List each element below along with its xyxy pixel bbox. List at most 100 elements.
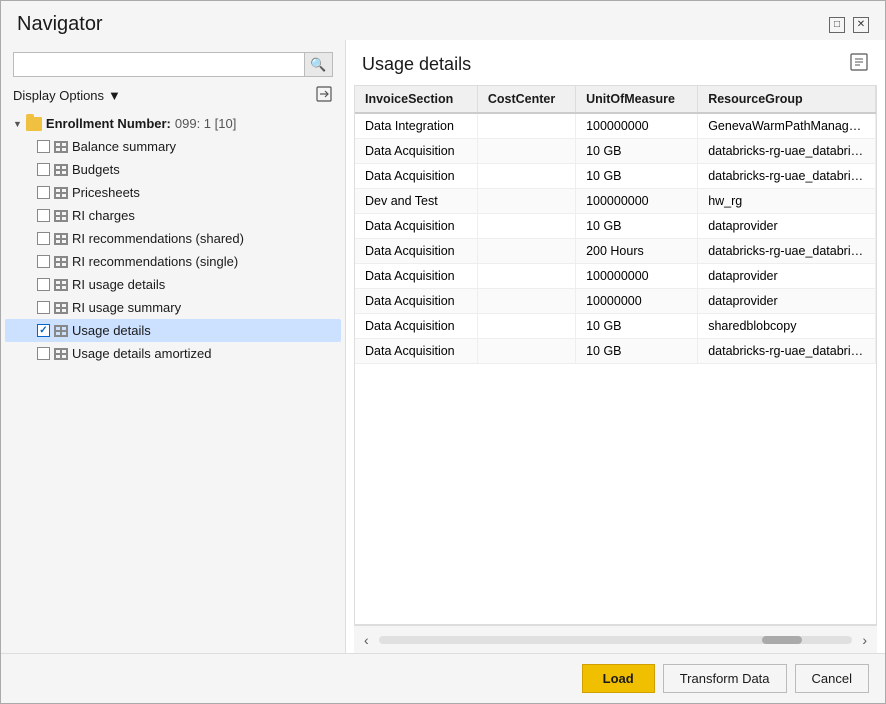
nav-item-budgets[interactable]: Budgets bbox=[5, 158, 341, 181]
cell-6-2: 100000000 bbox=[576, 264, 698, 289]
cancel-button[interactable]: Cancel bbox=[795, 664, 869, 693]
cell-3-2: 100000000 bbox=[576, 189, 698, 214]
cell-2-0: Data Acquisition bbox=[355, 164, 477, 189]
scroll-left-button[interactable]: ‹ bbox=[358, 632, 375, 648]
label-usage-details-amortized: Usage details amortized bbox=[72, 346, 211, 361]
col-invoice-section: InvoiceSection bbox=[355, 86, 477, 113]
data-table: InvoiceSection CostCenter UnitOfMeasure … bbox=[355, 86, 876, 364]
checkbox-usage-details-amortized[interactable] bbox=[37, 347, 50, 360]
cell-8-3: sharedblobcopy bbox=[698, 314, 876, 339]
table-icon-usage-details-amortized bbox=[54, 348, 68, 360]
col-resource-group: ResourceGroup bbox=[698, 86, 876, 113]
checkbox-ri-rec-shared[interactable] bbox=[37, 232, 50, 245]
cell-3-1 bbox=[477, 189, 575, 214]
transform-data-button[interactable]: Transform Data bbox=[663, 664, 787, 693]
cell-7-0: Data Acquisition bbox=[355, 289, 477, 314]
table-row: Data Acquisition100000000dataprovider bbox=[355, 264, 876, 289]
preview-title: Usage details bbox=[362, 54, 471, 75]
cell-0-0: Data Integration bbox=[355, 113, 477, 139]
checkbox-usage-details[interactable]: ✓ bbox=[37, 324, 50, 337]
nav-list: ▼ Enrollment Number: 099: 1 [10] Balance… bbox=[1, 112, 345, 645]
folder-icon bbox=[26, 117, 42, 131]
import-icon bbox=[315, 85, 333, 103]
table-row: Data Acquisition10 GBsharedblobcopy bbox=[355, 314, 876, 339]
cell-0-2: 100000000 bbox=[576, 113, 698, 139]
search-button[interactable]: 🔍 bbox=[304, 53, 332, 76]
cell-3-0: Dev and Test bbox=[355, 189, 477, 214]
cell-5-3: databricks-rg-uae_databricks- bbox=[698, 239, 876, 264]
check-mark-usage-details: ✓ bbox=[39, 325, 47, 336]
cell-2-2: 10 GB bbox=[576, 164, 698, 189]
cell-7-3: dataprovider bbox=[698, 289, 876, 314]
enrollment-row[interactable]: ▼ Enrollment Number: 099: 1 [10] bbox=[5, 112, 341, 135]
label-ri-rec-shared: RI recommendations (shared) bbox=[72, 231, 244, 246]
cell-9-0: Data Acquisition bbox=[355, 339, 477, 364]
display-options-button[interactable]: Display Options ▼ bbox=[13, 88, 121, 103]
cell-4-3: dataprovider bbox=[698, 214, 876, 239]
nav-item-balance-summary[interactable]: Balance summary bbox=[5, 135, 341, 158]
display-options-arrow: ▼ bbox=[108, 88, 121, 103]
cell-8-1 bbox=[477, 314, 575, 339]
table-icon-ri-usage-details bbox=[54, 279, 68, 291]
cell-6-1 bbox=[477, 264, 575, 289]
load-button[interactable]: Load bbox=[582, 664, 655, 693]
label-ri-rec-single: RI recommendations (single) bbox=[72, 254, 238, 269]
minimize-button[interactable]: □ bbox=[829, 17, 845, 33]
checkbox-ri-charges[interactable] bbox=[37, 209, 50, 222]
horizontal-scrollbar: ‹ › bbox=[354, 625, 877, 653]
scroll-right-button[interactable]: › bbox=[856, 632, 873, 648]
table-row: Data Acquisition 10 GBdataprovider bbox=[355, 214, 876, 239]
table-icon-budgets bbox=[54, 164, 68, 176]
label-pricesheets: Pricesheets bbox=[72, 185, 140, 200]
scroll-track[interactable] bbox=[379, 636, 853, 644]
cell-8-0: Data Acquisition bbox=[355, 314, 477, 339]
search-bar: 🔍 bbox=[13, 52, 333, 77]
right-panel: Usage details InvoiceSection Cos bbox=[346, 40, 885, 653]
cell-9-2: 10 GB bbox=[576, 339, 698, 364]
table-icon-ri-rec-shared bbox=[54, 233, 68, 245]
checkbox-ri-rec-single[interactable] bbox=[37, 255, 50, 268]
nav-item-usage-details[interactable]: ✓ Usage details bbox=[5, 319, 341, 342]
checkbox-ri-usage-details[interactable] bbox=[37, 278, 50, 291]
cell-3-3: hw_rg bbox=[698, 189, 876, 214]
cell-7-2: 10000000 bbox=[576, 289, 698, 314]
dialog-title: Navigator bbox=[17, 13, 103, 36]
export-icon[interactable] bbox=[849, 52, 869, 77]
nav-item-ri-rec-single[interactable]: RI recommendations (single) bbox=[5, 250, 341, 273]
label-budgets: Budgets bbox=[72, 162, 120, 177]
cell-7-1 bbox=[477, 289, 575, 314]
checkbox-pricesheets[interactable] bbox=[37, 186, 50, 199]
label-ri-usage-details: RI usage details bbox=[72, 277, 165, 292]
nav-item-ri-charges[interactable]: RI charges bbox=[5, 204, 341, 227]
nav-item-ri-usage-details[interactable]: RI usage details bbox=[5, 273, 341, 296]
nav-item-ri-usage-summary[interactable]: RI usage summary bbox=[5, 296, 341, 319]
cell-4-0: Data Acquisition bbox=[355, 214, 477, 239]
table-row: Data Acquisition10 GBdatabricks-rg-uae_d… bbox=[355, 164, 876, 189]
search-input[interactable] bbox=[14, 53, 304, 76]
enrollment-value: 099: 1 [10] bbox=[175, 116, 236, 131]
checkbox-ri-usage-summary[interactable] bbox=[37, 301, 50, 314]
nav-item-pricesheets[interactable]: Pricesheets bbox=[5, 181, 341, 204]
title-bar: Navigator □ ✕ bbox=[1, 1, 885, 40]
cell-1-0: Data Acquisition bbox=[355, 139, 477, 164]
enrollment-label: Enrollment Number: bbox=[46, 116, 171, 131]
table-icon-ri-usage-summary bbox=[54, 302, 68, 314]
cell-6-0: Data Acquisition bbox=[355, 264, 477, 289]
cell-4-2: 10 GB bbox=[576, 214, 698, 239]
nav-item-usage-details-amortized[interactable]: Usage details amortized bbox=[5, 342, 341, 365]
checkbox-budgets[interactable] bbox=[37, 163, 50, 176]
nav-item-ri-rec-shared[interactable]: RI recommendations (shared) bbox=[5, 227, 341, 250]
footer: Load Transform Data Cancel bbox=[1, 653, 885, 703]
display-options-label: Display Options bbox=[13, 88, 104, 103]
content-area: 🔍 Display Options ▼ bbox=[1, 40, 885, 653]
scroll-thumb[interactable] bbox=[762, 636, 802, 644]
checkbox-balance-summary[interactable] bbox=[37, 140, 50, 153]
cell-9-3: databricks-rg-uae_databricks- bbox=[698, 339, 876, 364]
table-row: Data Acquisition200 Hoursdatabricks-rg-u… bbox=[355, 239, 876, 264]
table-row: Data Acquisition 10000000dataprovider bbox=[355, 289, 876, 314]
import-button[interactable] bbox=[315, 85, 333, 106]
cell-5-2: 200 Hours bbox=[576, 239, 698, 264]
label-balance-summary: Balance summary bbox=[72, 139, 176, 154]
cell-1-2: 10 GB bbox=[576, 139, 698, 164]
close-button[interactable]: ✕ bbox=[853, 17, 869, 33]
